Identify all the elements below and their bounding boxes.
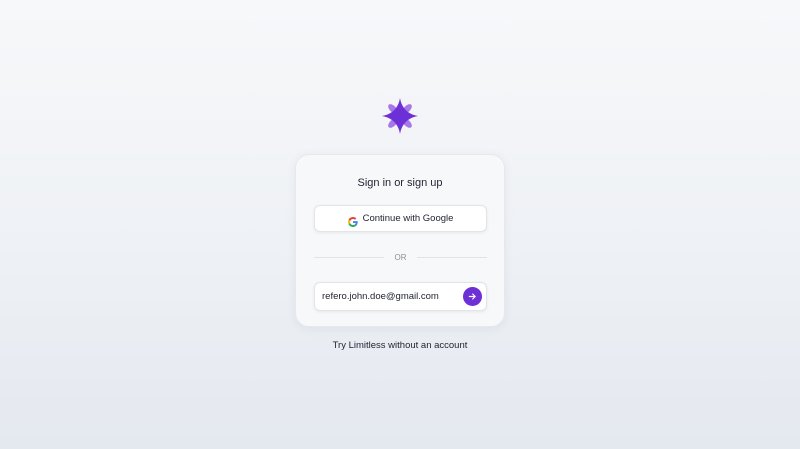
divider-line-right [417, 257, 487, 258]
or-divider: OR [314, 252, 487, 263]
arrow-right-icon [468, 293, 476, 300]
auth-card-title: Sign in or sign up [357, 177, 443, 189]
google-icon [347, 214, 358, 227]
email-field-container [314, 282, 487, 311]
email-submit-button[interactable] [463, 287, 482, 306]
auth-card: Sign in or sign up Continue with Google … [295, 154, 505, 327]
brand-logo-icon [380, 96, 420, 136]
try-without-account-link[interactable]: Try Limitless without an account [0, 340, 800, 351]
flower-sparkle-icon [382, 98, 418, 134]
continue-with-google-button[interactable]: Continue with Google [314, 205, 487, 232]
email-field[interactable] [322, 287, 457, 306]
google-button-label: Continue with Google [362, 213, 454, 224]
